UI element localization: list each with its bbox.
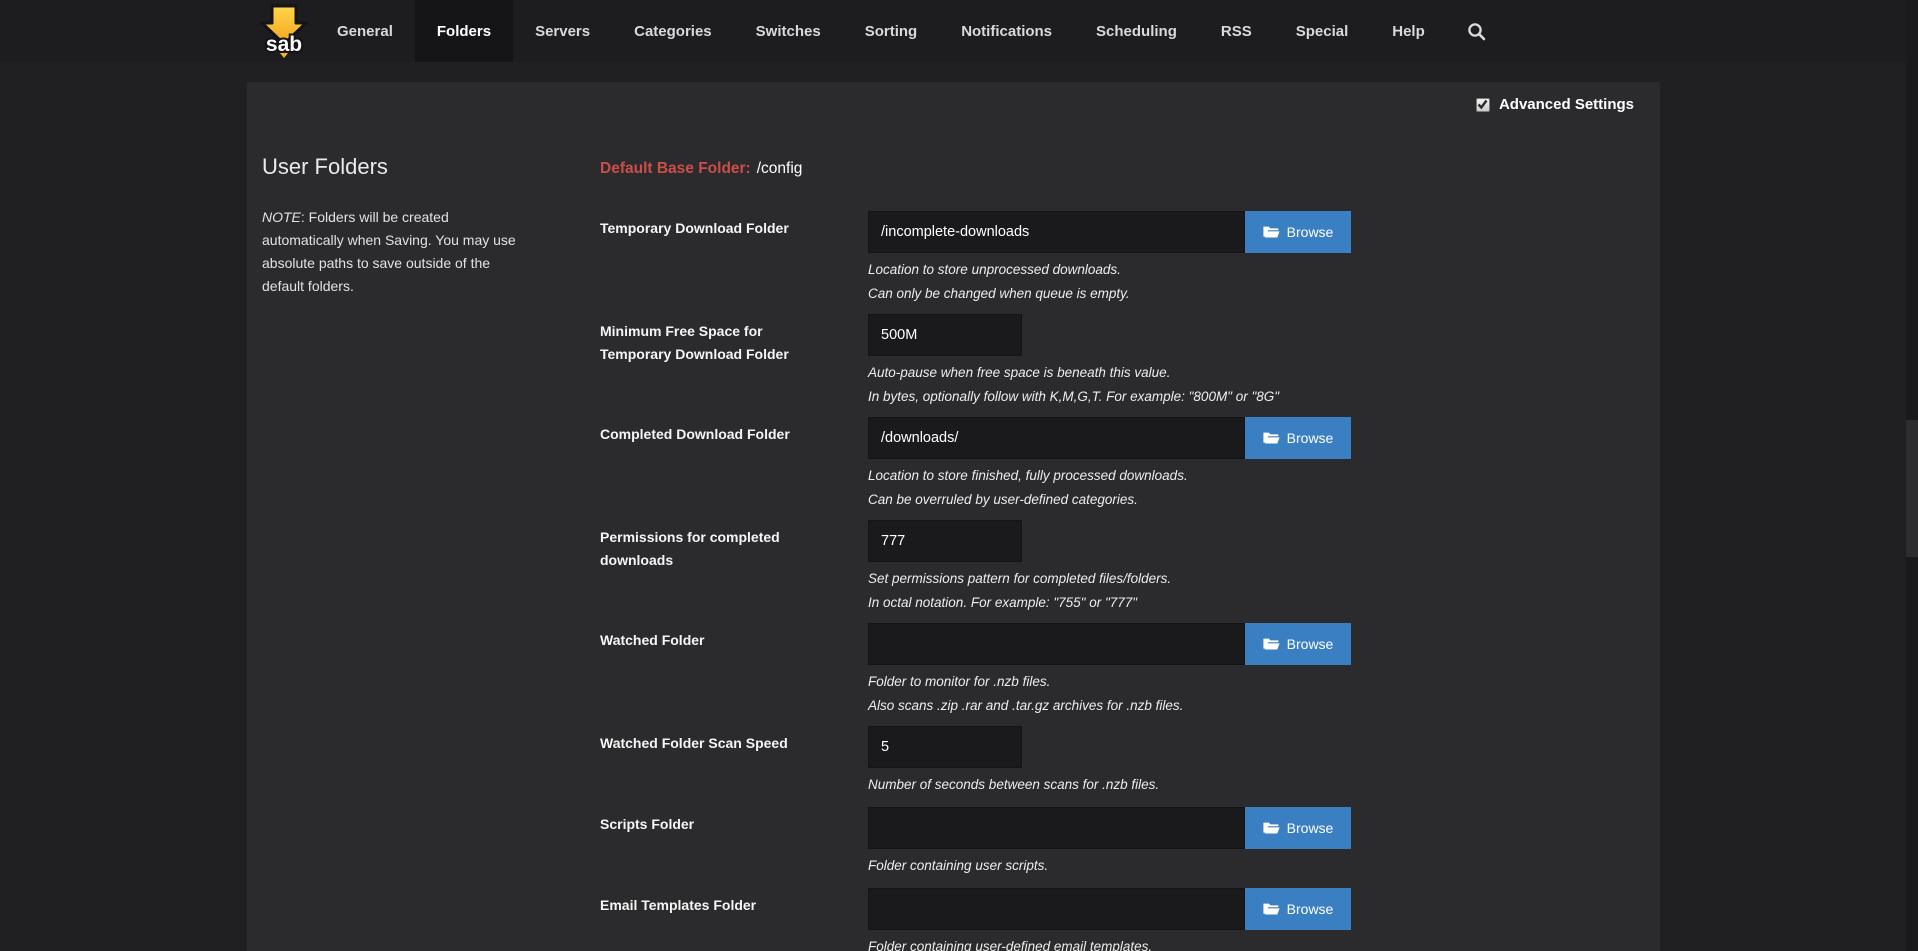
default-base-folder-label: Default Base Folder:	[600, 160, 751, 177]
search-button[interactable]	[1447, 0, 1506, 62]
help-line: In bytes, optionally follow with K,M,G,T…	[868, 385, 1279, 409]
browse-button[interactable]: Browse	[1245, 417, 1351, 459]
browse-label: Browse	[1287, 820, 1334, 836]
folder-open-icon	[1263, 225, 1280, 239]
input-watched-folder[interactable]	[868, 623, 1245, 665]
note-text: NOTE: Folders will be created automatica…	[262, 206, 530, 298]
field-label: Permissions for completed downloads	[600, 526, 815, 572]
browse-label: Browse	[1287, 636, 1334, 652]
help-text: Location to store unprocessed downloads.…	[868, 258, 1130, 306]
input-permissions-for-completed-downloads[interactable]	[868, 520, 1022, 562]
folder-open-icon	[1263, 821, 1280, 835]
browse-button[interactable]: Browse	[1245, 623, 1351, 665]
field-label: Watched Folder	[600, 629, 815, 652]
page-title: User Folders	[262, 154, 388, 180]
scrollbar-track[interactable]	[1906, 0, 1918, 951]
browse-label: Browse	[1287, 224, 1334, 240]
browse-label: Browse	[1287, 901, 1334, 917]
input-watched-folder-scan-speed[interactable]	[868, 726, 1022, 768]
field-label: Minimum Free Space for Temporary Downloa…	[600, 320, 815, 366]
section-folders-form: Default Base Folder: /config Temporary Do…	[600, 82, 1620, 922]
field-label: Scripts Folder	[600, 813, 815, 836]
folder-open-icon	[1263, 902, 1280, 916]
scrollbar-thumb[interactable]	[1906, 420, 1918, 557]
nav-item-special[interactable]: Special	[1274, 0, 1371, 62]
sab-arrow-icon: sab	[255, 4, 313, 58]
browse-button[interactable]: Browse	[1245, 211, 1351, 253]
input-scripts-folder[interactable]	[868, 807, 1245, 849]
field-controls	[868, 314, 1022, 356]
help-text: Set permissions pattern for completed fi…	[868, 567, 1171, 615]
help-line: Location to store unprocessed downloads.	[868, 258, 1130, 282]
help-line: Can be overruled by user-defined categor…	[868, 488, 1188, 512]
nav-item-help[interactable]: Help	[1370, 0, 1447, 62]
field-label: Watched Folder Scan Speed	[600, 732, 815, 755]
browse-button[interactable]: Browse	[1245, 888, 1351, 930]
default-base-folder-value: /config	[757, 160, 803, 177]
help-line: Set permissions pattern for completed fi…	[868, 567, 1171, 591]
field-controls: Browse	[868, 623, 1351, 665]
help-text: Location to store finished, fully proces…	[868, 464, 1188, 512]
main-nav: GeneralFoldersServersCategoriesSwitchesS…	[315, 0, 1447, 62]
nav-item-sorting[interactable]: Sorting	[843, 0, 940, 62]
help-text: Auto-pause when free space is beneath th…	[868, 361, 1279, 409]
help-text: Folder containing user-defined email tem…	[868, 935, 1152, 951]
field-controls: Browse	[868, 807, 1351, 849]
note-body: : Folders will be created automatically …	[262, 209, 516, 294]
help-line: Auto-pause when free space is beneath th…	[868, 361, 1279, 385]
help-line: In octal notation. For example: "755" or…	[868, 591, 1171, 615]
nav-item-notifications[interactable]: Notifications	[939, 0, 1074, 62]
field-controls	[868, 520, 1022, 562]
nav-item-categories[interactable]: Categories	[612, 0, 734, 62]
help-line: Number of seconds between scans for .nzb…	[868, 773, 1159, 797]
browse-button[interactable]: Browse	[1245, 807, 1351, 849]
default-base-folder: Default Base Folder: /config	[600, 160, 802, 178]
field-controls: Browse	[868, 417, 1351, 459]
help-line: Folder to monitor for .nzb files.	[868, 670, 1183, 694]
nav-item-folders[interactable]: Folders	[415, 0, 513, 62]
field-label: Completed Download Folder	[600, 423, 815, 446]
input-email-templates-folder[interactable]	[868, 888, 1245, 930]
note-prefix: NOTE	[262, 209, 301, 225]
help-line: Can only be changed when queue is empty.	[868, 282, 1130, 306]
svg-text:sab: sab	[266, 33, 302, 56]
folder-open-icon	[1263, 431, 1280, 445]
input-temporary-download-folder[interactable]	[868, 211, 1245, 253]
input-minimum-free-space-for-temporary-download-folder[interactable]	[868, 314, 1022, 356]
config-panel: Advanced Settings User Folders NOTE: Fol…	[247, 82, 1660, 951]
field-controls: Browse	[868, 888, 1351, 930]
nav-item-scheduling[interactable]: Scheduling	[1074, 0, 1199, 62]
nav-item-switches[interactable]: Switches	[734, 0, 843, 62]
input-completed-download-folder[interactable]	[868, 417, 1245, 459]
nav-item-rss[interactable]: RSS	[1199, 0, 1274, 62]
top-navbar: sab GeneralFoldersServersCategoriesSwitc…	[0, 0, 1918, 62]
field-controls: Browse	[868, 211, 1351, 253]
field-controls	[868, 726, 1022, 768]
help-line: Location to store finished, fully proces…	[868, 464, 1188, 488]
help-text: Folder to monitor for .nzb files.Also sc…	[868, 670, 1183, 718]
nav-item-general[interactable]: General	[315, 0, 415, 62]
help-text: Folder containing user scripts.	[868, 854, 1048, 878]
sabnzbd-logo[interactable]: sab	[253, 0, 315, 62]
help-line: Folder containing user-defined email tem…	[868, 935, 1152, 951]
field-label: Temporary Download Folder	[600, 217, 815, 240]
nav-item-servers[interactable]: Servers	[513, 0, 612, 62]
help-line: Also scans .zip .rar and .tar.gz archive…	[868, 694, 1183, 718]
browse-label: Browse	[1287, 430, 1334, 446]
help-line: Folder containing user scripts.	[868, 854, 1048, 878]
help-text: Number of seconds between scans for .nzb…	[868, 773, 1159, 797]
field-label: Email Templates Folder	[600, 894, 815, 917]
folder-open-icon	[1263, 637, 1280, 651]
search-icon	[1467, 22, 1486, 41]
